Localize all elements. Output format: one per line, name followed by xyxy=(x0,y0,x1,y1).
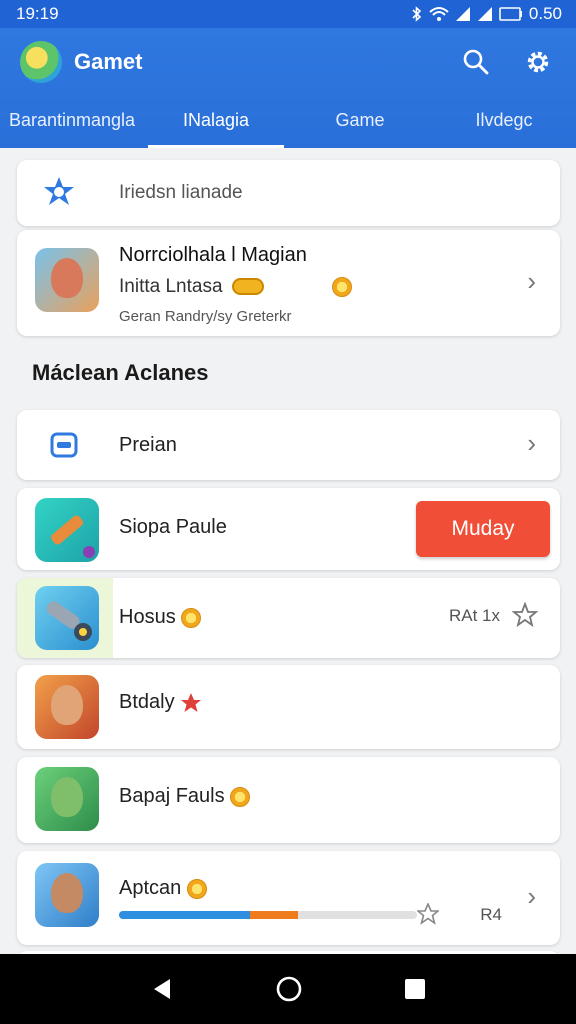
tool-icon xyxy=(50,515,95,558)
progress-fill-orange xyxy=(250,911,298,919)
list-item-label: Hosus xyxy=(119,606,176,628)
featured-thumbnail xyxy=(35,248,99,312)
signal-icon-2 xyxy=(477,7,492,21)
list-item[interactable]: Hosus RAt 1x xyxy=(17,578,560,658)
settings-button[interactable] xyxy=(518,42,558,82)
avatar xyxy=(51,777,83,817)
home-button[interactable] xyxy=(275,975,303,1003)
wifi-icon xyxy=(429,7,449,21)
count-text: R4 xyxy=(480,905,502,924)
list-item-label: Bapaj Fauls xyxy=(119,785,225,807)
avatar xyxy=(51,258,83,298)
search-placeholder: Iriedsn lianade xyxy=(119,182,243,203)
chevron-right-icon: › xyxy=(527,428,536,458)
battery-level: 0.50 xyxy=(528,4,562,23)
status-icons: 0.50 xyxy=(411,4,562,24)
home-icon xyxy=(276,976,302,1002)
list-item-label: Aptcan xyxy=(119,877,182,899)
tab-2-active[interactable]: INalagia xyxy=(144,92,288,148)
red-star-icon xyxy=(181,692,202,712)
featured-title: Norrciolhala l Magian xyxy=(119,244,307,266)
search-button[interactable] xyxy=(456,42,496,82)
rating-text: RAt 1x xyxy=(448,606,500,625)
section-title: Máclean Aclanes xyxy=(32,360,209,385)
status-bar: 19:19 0.50 xyxy=(0,0,576,28)
list-item[interactable]: Preian › xyxy=(17,410,560,480)
list-item[interactable]: Aptcan R4 › xyxy=(17,851,560,945)
list-item-label: Btdaly xyxy=(119,691,175,713)
tab-4[interactable]: Ilvdegc xyxy=(432,92,576,148)
battery-icon xyxy=(499,7,522,21)
coin-icon xyxy=(181,607,202,628)
avatar xyxy=(51,873,83,913)
bluetooth-icon xyxy=(412,6,422,22)
game-thumbnail xyxy=(35,586,99,650)
back-button[interactable] xyxy=(150,977,174,1001)
featured-subtitle: Initta Lntasa xyxy=(119,276,223,297)
recents-icon xyxy=(404,979,425,999)
list-item-label-row: Bapaj Fauls xyxy=(119,785,251,808)
app-bar: Gamet Barantinmangla INalagia Game Ilvde… xyxy=(0,28,576,148)
list-item-label-row: Hosus xyxy=(119,606,202,629)
list-item[interactable]: Btdaly xyxy=(17,665,560,749)
star-badge-icon xyxy=(44,177,74,205)
coin-icon xyxy=(186,878,207,899)
progress-fill-blue xyxy=(119,911,251,919)
app-logo xyxy=(20,41,62,83)
game-thumbnail xyxy=(35,498,99,562)
recents-button[interactable] xyxy=(404,978,426,1000)
game-thumbnail xyxy=(35,863,99,927)
search-card[interactable]: Iriedsn lianade xyxy=(17,160,560,226)
back-icon xyxy=(154,979,171,999)
chevron-right-icon: › xyxy=(527,266,536,296)
tab-3[interactable]: Game xyxy=(288,92,432,148)
coin-pill-icon xyxy=(231,278,264,296)
list-item[interactable]: Siopa Paule Muday xyxy=(17,488,560,570)
featured-subtitle-row: Initta Lntasa xyxy=(119,276,353,298)
avatar xyxy=(51,685,83,725)
game-thumbnail xyxy=(35,675,99,739)
tab-bar: Barantinmangla INalagia Game Ilvdegc xyxy=(0,92,576,148)
chevron-right-icon: › xyxy=(527,881,536,911)
title-row: Gamet xyxy=(20,40,558,84)
blaster-icon xyxy=(46,601,92,641)
search-icon xyxy=(463,49,489,75)
coin-icon xyxy=(332,276,353,297)
action-button[interactable]: Muday xyxy=(416,501,550,557)
status-time: 19:19 xyxy=(16,4,59,23)
list-item-label-row: Btdaly xyxy=(119,691,202,714)
signal-icon xyxy=(455,7,470,21)
featured-meta: Geran Randry/sy Greterkr xyxy=(119,308,292,325)
list-item-label-row: Aptcan xyxy=(119,877,207,900)
list-item[interactable]: Bapaj Fauls xyxy=(17,757,560,843)
star-outline-icon[interactable] xyxy=(417,903,439,925)
system-nav-bar xyxy=(0,954,576,1024)
list-item-label: Siopa Paule xyxy=(119,516,227,538)
app-title: Gamet xyxy=(74,49,143,74)
gear-icon xyxy=(527,51,549,73)
tab-1[interactable]: Barantinmangla xyxy=(0,92,144,148)
coin-icon xyxy=(230,786,251,807)
game-thumbnail xyxy=(35,767,99,831)
progress-bar xyxy=(119,911,417,919)
featured-card[interactable]: Norrciolhala l Magian Initta Lntasa Gera… xyxy=(17,230,560,336)
chat-icon xyxy=(50,432,78,458)
list-item-label: Preian xyxy=(119,434,177,456)
star-outline-icon[interactable] xyxy=(512,602,538,628)
